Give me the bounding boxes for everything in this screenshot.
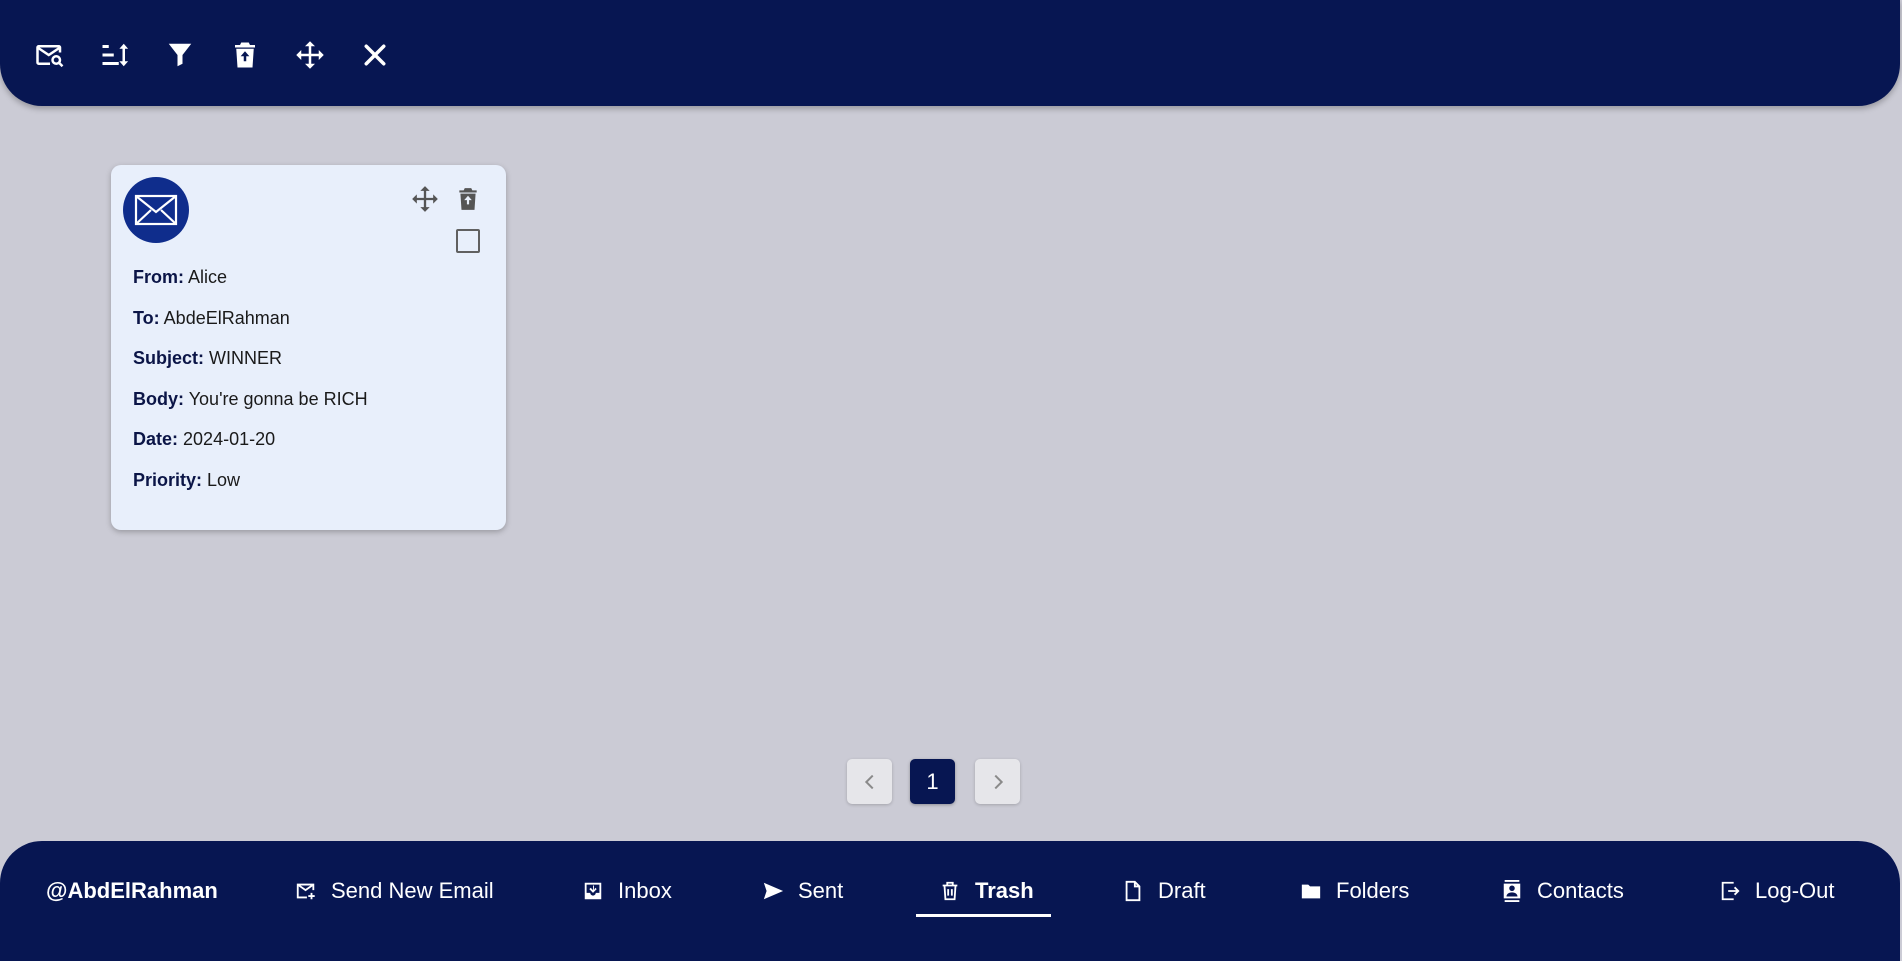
filter-icon[interactable] bbox=[163, 38, 197, 72]
trash-icon bbox=[942, 881, 958, 901]
nav-sent[interactable]: Sent bbox=[762, 870, 843, 912]
sort-icon[interactable] bbox=[98, 38, 132, 72]
email-from: From: Alice bbox=[133, 267, 228, 287]
nav-label: Inbox bbox=[618, 878, 672, 903]
search-mail-icon[interactable] bbox=[33, 38, 67, 72]
top-toolbar bbox=[0, 0, 1900, 106]
nav-draft[interactable]: Draft bbox=[1122, 870, 1206, 912]
nav-label: Trash bbox=[975, 878, 1034, 903]
nav-label: Log-Out bbox=[1755, 878, 1835, 903]
move-email-icon[interactable] bbox=[411, 185, 439, 213]
logout-icon bbox=[1721, 881, 1740, 901]
nav-log-out[interactable]: Log-Out bbox=[1719, 870, 1835, 912]
contacts-icon bbox=[1503, 880, 1521, 902]
active-tab-indicator bbox=[916, 914, 1051, 917]
nav-send-new-email[interactable]: Send New Email bbox=[295, 870, 494, 912]
page-1-button[interactable]: 1 bbox=[910, 759, 955, 804]
send-icon bbox=[763, 882, 784, 900]
folder-icon bbox=[1301, 884, 1321, 899]
file-icon bbox=[1125, 880, 1141, 902]
nav-label: Draft bbox=[1158, 878, 1206, 903]
compose-mail-icon bbox=[296, 883, 315, 900]
nav-inbox[interactable]: Inbox bbox=[582, 870, 672, 912]
inbox-icon bbox=[584, 882, 602, 900]
nav-label: Folders bbox=[1336, 878, 1410, 903]
nav-contacts[interactable]: Contacts bbox=[1501, 870, 1624, 912]
close-icon[interactable] bbox=[358, 38, 392, 72]
delete-icon[interactable] bbox=[228, 38, 262, 72]
chevron-left-icon bbox=[864, 774, 873, 789]
email-date: Date: 2024-01-20 bbox=[133, 429, 276, 449]
email-priority: Priority: Low bbox=[133, 470, 241, 490]
nav-trash[interactable]: Trash bbox=[939, 870, 1034, 912]
email-card[interactable]: From: Alice To: AbdeElRahman Subject: WI… bbox=[111, 165, 506, 530]
email-to: To: AbdeElRahman bbox=[133, 308, 290, 328]
nav-folders[interactable]: Folders bbox=[1300, 870, 1409, 912]
email-subject: Subject: WINNER bbox=[133, 348, 283, 368]
envelope-icon bbox=[123, 177, 189, 243]
nav-label: Contacts bbox=[1537, 878, 1624, 903]
next-page-button[interactable] bbox=[975, 759, 1020, 804]
page-number: 1 bbox=[926, 768, 939, 794]
move-icon[interactable] bbox=[293, 38, 327, 72]
select-email-checkbox[interactable] bbox=[456, 229, 480, 253]
delete-email-icon[interactable] bbox=[455, 185, 481, 213]
chevron-right-icon bbox=[994, 774, 1003, 789]
username: @AbdElRahman bbox=[46, 878, 218, 903]
nav-label: Send New Email bbox=[331, 878, 494, 903]
nav-label: Sent bbox=[798, 878, 844, 903]
prev-page-button[interactable] bbox=[847, 759, 892, 804]
email-body: Body: You're gonna be RICH bbox=[133, 389, 368, 409]
